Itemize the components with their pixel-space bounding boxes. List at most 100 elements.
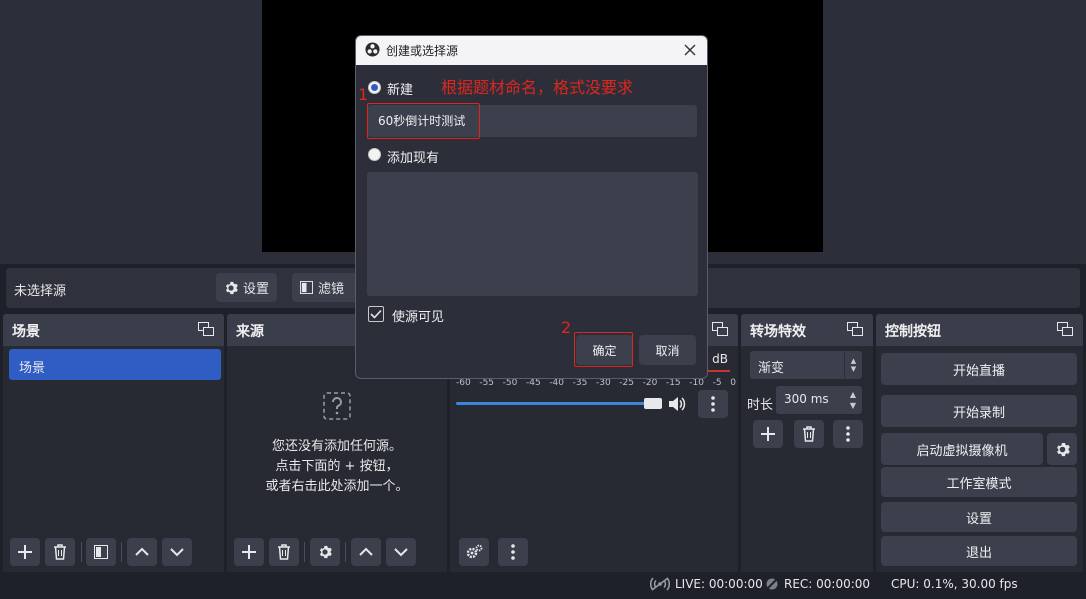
meter-scale-tick: -30: [595, 378, 611, 388]
annotation-highlight-ok: [574, 332, 633, 367]
more-vertical-icon: [511, 544, 515, 560]
empty-line: 点击下面的 + 按钮，: [275, 459, 399, 474]
add-existing-radio[interactable]: [368, 148, 381, 161]
start-virtual-camera-button[interactable]: 启动虚拟摄像机: [881, 433, 1043, 465]
toolbar-separator: [304, 542, 305, 562]
source-settings-button[interactable]: 设置: [216, 273, 278, 302]
float-dock-icon[interactable]: [847, 322, 863, 336]
meter-scale-tick: -25: [619, 378, 634, 388]
meter-scale: -60 -55 -50 -45 -40 -35 -30 -25 -20 -15 -10 -5 0: [456, 378, 736, 388]
meter-scale-tick: -35: [572, 378, 588, 388]
trash-icon: [803, 426, 815, 442]
remove-source-button[interactable]: [269, 538, 299, 566]
mixer-menu-button[interactable]: [498, 538, 528, 566]
exit-button[interactable]: 退出: [881, 536, 1077, 566]
transition-selected: 渐变: [758, 361, 785, 376]
mixer-advanced-button[interactable]: [459, 538, 489, 566]
mixer-item-menu-button[interactable]: [698, 390, 728, 418]
toolbar-separator: [345, 542, 346, 562]
volume-slider-handle[interactable]: [644, 398, 662, 409]
sources-empty-message: 您还没有添加任何源。 点击下面的 + 按钮， 或者右击此处添加一个。: [227, 437, 447, 497]
make-visible-label: 使源可见: [392, 310, 445, 325]
annotation-step-2: 2: [561, 318, 572, 337]
rec-status: REC: 00:00:00: [765, 577, 870, 591]
empty-line: 或者右击此处添加一个。: [265, 479, 409, 494]
speaker-icon[interactable]: [668, 396, 686, 412]
source-properties-button[interactable]: [310, 538, 340, 566]
virtual-camera-settings-button[interactable]: [1047, 433, 1077, 465]
sources-dock-title: 来源: [236, 324, 264, 340]
scene-filters-button[interactable]: [86, 538, 116, 566]
dialog-titlebar: 创建或选择源: [356, 36, 707, 65]
transition-select[interactable]: 渐变 ▲ ▼: [750, 351, 862, 379]
plus-icon: [761, 427, 775, 441]
move-source-up-button[interactable]: [351, 538, 381, 566]
transition-menu-button[interactable]: [833, 420, 863, 448]
toolbar-separator: [121, 542, 122, 562]
chevron-up-icon: [135, 547, 149, 556]
status-bar: LIVE: 00:00:00 REC: 00:00:00 CPU: 0.1%, …: [0, 573, 1086, 599]
float-dock-icon[interactable]: [712, 322, 728, 336]
transitions-dock: 转场特效 渐变 ▲ ▼ 时长 300 ms ▲ ▼: [741, 314, 873, 572]
volume-slider[interactable]: [456, 402, 662, 405]
meter-scale-tick: -40: [549, 378, 565, 388]
settings-button[interactable]: 设置: [881, 502, 1077, 532]
chevron-up-icon: [359, 547, 373, 556]
duration-input[interactable]: 300 ms ▲ ▼: [776, 386, 862, 414]
duration-value: 300 ms: [784, 392, 829, 406]
annotation-step-1: 1: [358, 85, 369, 104]
close-icon[interactable]: [681, 41, 699, 59]
cancel-button[interactable]: 取消: [639, 335, 696, 365]
annotation-note: 根据题材命名，格式没要求: [441, 78, 634, 97]
plus-icon: [242, 545, 256, 559]
existing-sources-list[interactable]: [367, 172, 698, 296]
rec-time: REC: 00:00:00: [784, 577, 871, 591]
add-existing-label: 添加现有: [387, 151, 440, 166]
add-transition-button[interactable]: [753, 420, 783, 448]
start-recording-button[interactable]: 开始录制: [881, 395, 1077, 427]
new-source-label: 新建: [387, 83, 414, 98]
move-scene-up-button[interactable]: [127, 538, 157, 566]
add-source-button[interactable]: [234, 538, 264, 566]
chevron-down-icon: [394, 548, 408, 557]
scenes-dock: 场景 场景: [3, 314, 224, 572]
scenes-dock-title: 场景: [12, 324, 40, 340]
filter-icon: [94, 545, 108, 559]
spinner-icon[interactable]: ▲ ▼: [844, 386, 862, 414]
meter-scale-tick: -15: [665, 378, 681, 388]
make-visible-checkbox[interactable]: [368, 306, 384, 322]
filter-icon: [300, 281, 313, 294]
gears-icon: [466, 544, 483, 559]
studio-mode-button[interactable]: 工作室模式: [881, 467, 1077, 497]
float-dock-icon[interactable]: [1057, 322, 1073, 336]
meter-scale-tick: -5: [712, 378, 722, 388]
meter-scale-tick: -50: [502, 378, 518, 388]
new-source-radio[interactable]: [368, 81, 381, 94]
meter-scale-tick: -45: [525, 378, 541, 388]
transitions-body: [741, 346, 873, 572]
plus-icon: [18, 545, 32, 559]
scene-item[interactable]: 场景: [9, 349, 221, 380]
remove-transition-button[interactable]: [794, 420, 824, 448]
meter-scale-tick: -20: [642, 378, 658, 388]
scenes-dock-header: 场景: [3, 314, 224, 346]
remove-scene-button[interactable]: [45, 538, 75, 566]
source-filters-button[interactable]: 滤镜: [292, 273, 362, 302]
more-vertical-icon: [846, 426, 850, 442]
annotation-highlight-name: [367, 103, 480, 139]
float-dock-icon[interactable]: [198, 322, 214, 336]
start-streaming-button[interactable]: 开始直播: [881, 353, 1077, 385]
gear-icon: [1056, 442, 1070, 456]
meter-scale-tick: -10: [689, 378, 704, 388]
more-vertical-icon: [711, 396, 715, 412]
select-arrows-icon: ▲ ▼: [844, 351, 862, 379]
create-select-source-dialog: 创建或选择源 新建 根据题材命名，格式没要求 1 60秒倒计时测试 添加现有 使…: [355, 35, 708, 379]
source-settings-label: 设置: [243, 282, 270, 297]
move-scene-down-button[interactable]: [162, 538, 192, 566]
controls-dock-title: 控制按钮: [885, 324, 941, 340]
gear-icon: [225, 281, 238, 294]
chevron-down-icon: [170, 548, 184, 557]
cpu-fps: CPU: 0.1%, 30.00 fps: [891, 577, 1018, 591]
add-scene-button[interactable]: [10, 538, 40, 566]
move-source-down-button[interactable]: [386, 538, 416, 566]
